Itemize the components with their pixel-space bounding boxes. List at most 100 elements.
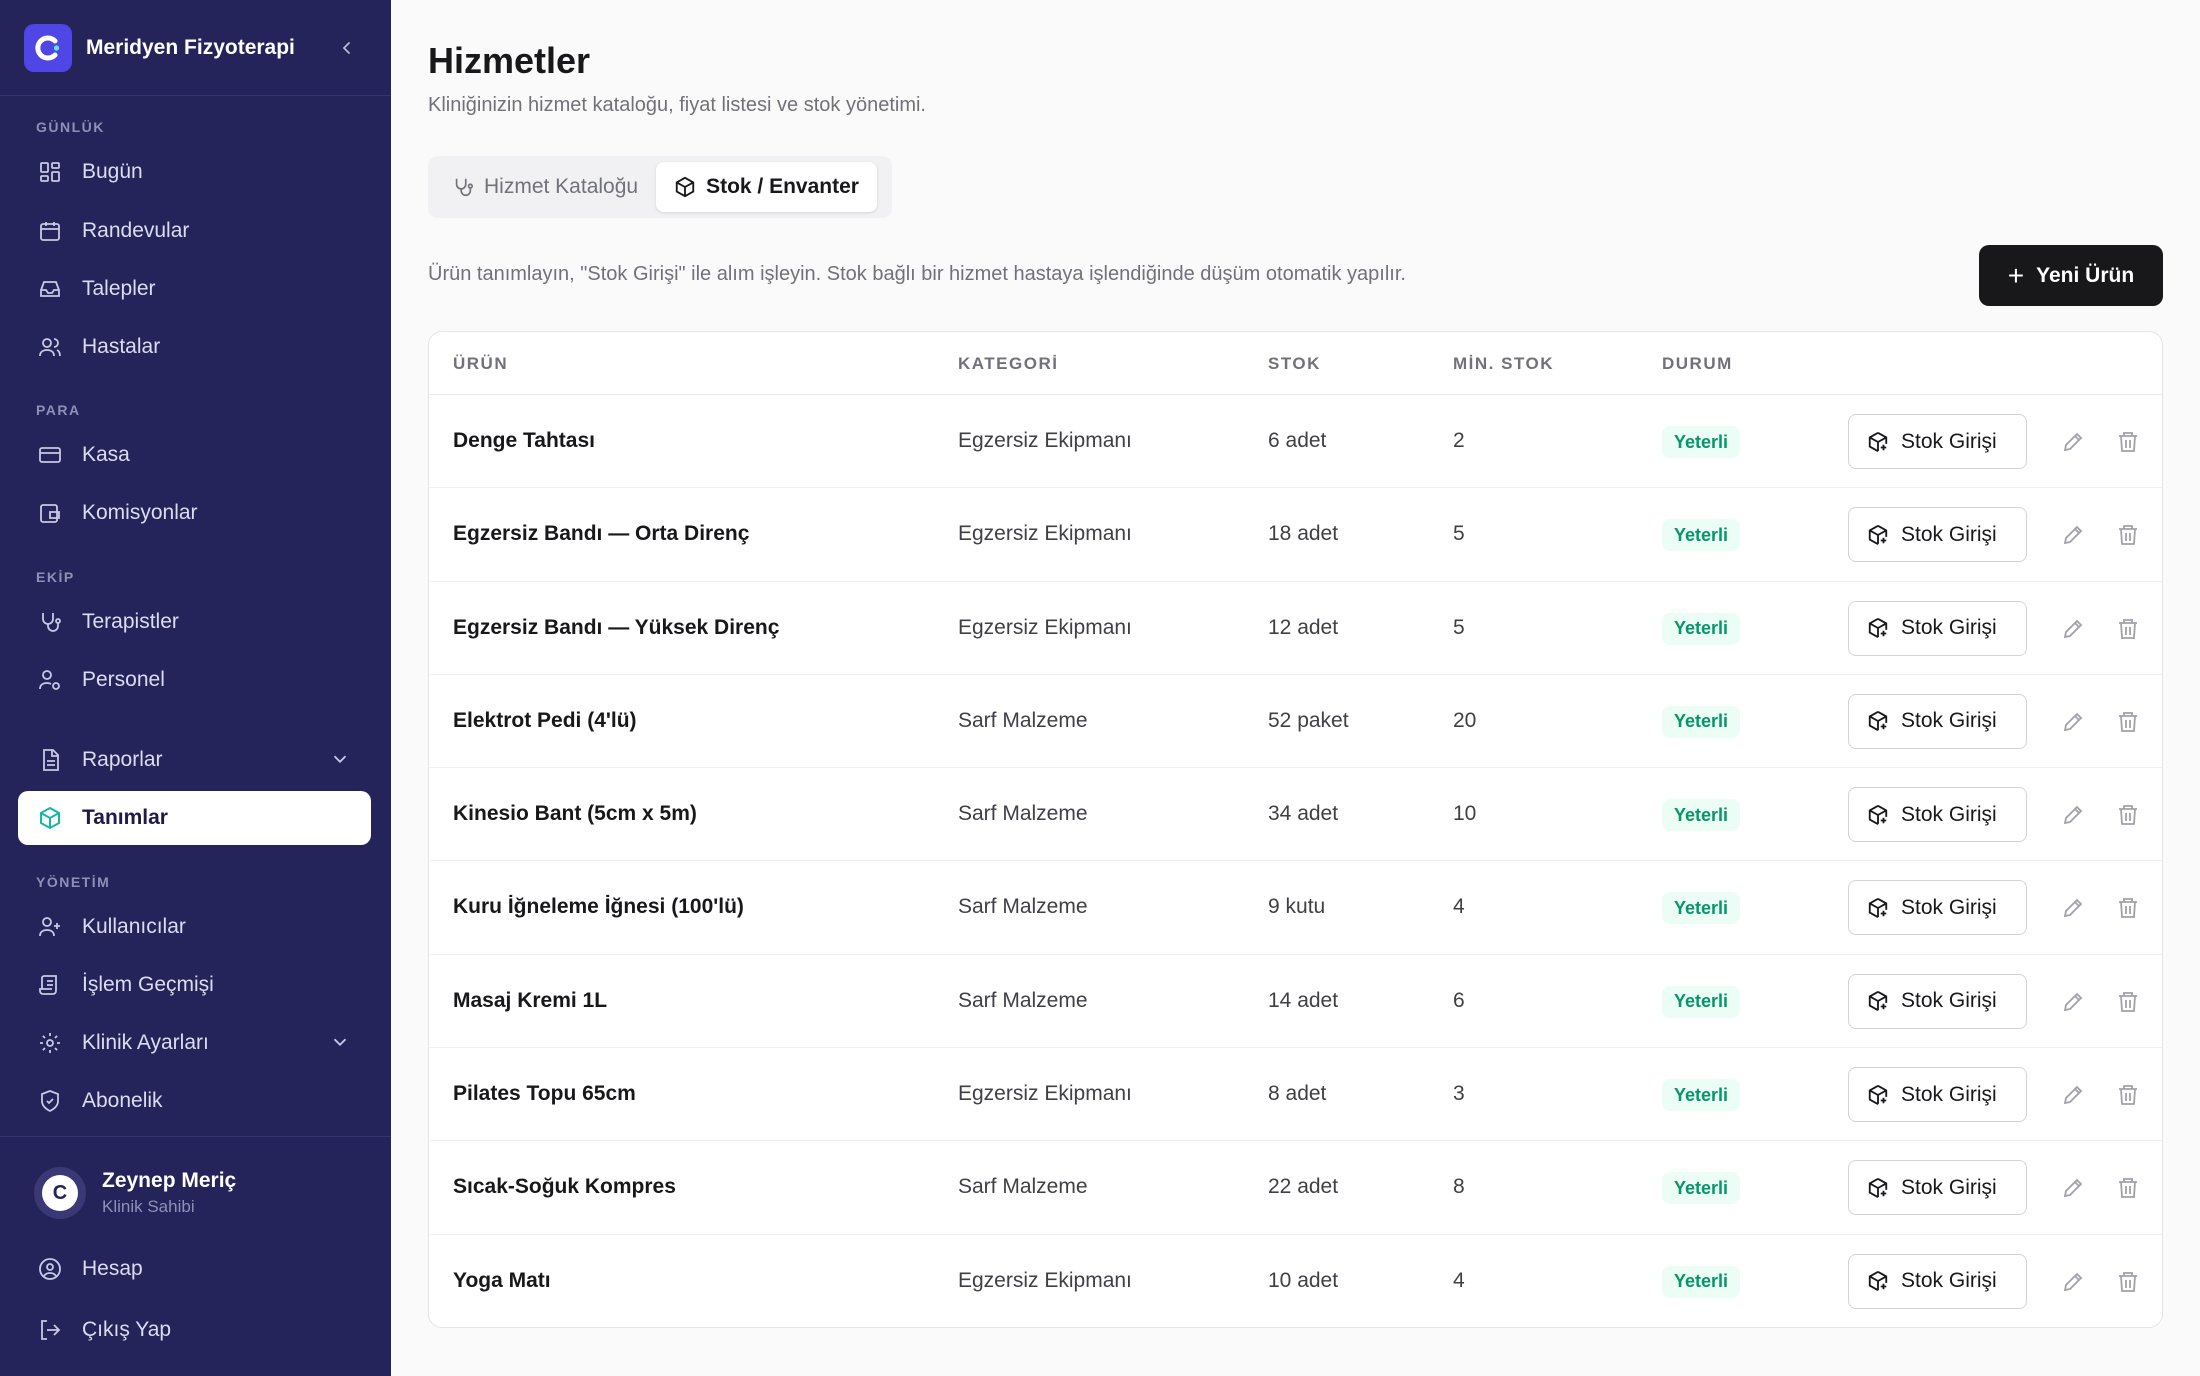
edit-button[interactable] [2058, 1173, 2088, 1203]
edit-button[interactable] [2058, 520, 2088, 550]
edit-button[interactable] [2058, 893, 2088, 923]
delete-button[interactable] [2113, 614, 2143, 644]
sidebar-item-randevular[interactable]: Randevular [18, 204, 371, 258]
package-plus-icon [1867, 431, 1889, 453]
section-label-ekip: EKİP [36, 569, 75, 585]
product-category: Egzersiz Ekipmanı [958, 1268, 1132, 1292]
sidebar-item-cikis[interactable]: Çıkış Yap [18, 1303, 371, 1357]
page-title: Hizmetler [428, 40, 591, 81]
product-stock: 52 paket [1268, 708, 1349, 732]
delete-button[interactable] [2113, 987, 2143, 1017]
edit-button[interactable] [2058, 1080, 2088, 1110]
sidebar-item-label: Personel [82, 668, 165, 691]
edit-button[interactable] [2058, 707, 2088, 737]
gear-icon [36, 1029, 64, 1057]
package-plus-icon [1867, 990, 1889, 1012]
edit-button[interactable] [2058, 1267, 2088, 1297]
delete-button[interactable] [2113, 427, 2143, 457]
sidebar-item-bugun[interactable]: Bugün [18, 145, 371, 199]
sidebar-divider [0, 1136, 391, 1137]
brand-name: Meridyen Fizyoterapi [86, 35, 295, 59]
delete-button[interactable] [2113, 707, 2143, 737]
brand-logo-icon [24, 23, 72, 72]
edit-button[interactable] [2058, 800, 2088, 830]
package-plus-icon [1867, 897, 1889, 919]
package-plus-icon [1867, 1084, 1889, 1106]
sidebar-item-label: Raporlar [82, 748, 163, 771]
stock-entry-button[interactable]: Stok Girişi [1848, 600, 2027, 656]
pencil-icon [2063, 712, 2083, 732]
product-min-stock: 5 [1453, 615, 1465, 639]
product-name: Masaj Kremi 1L [453, 988, 608, 1012]
section-label-para: PARA [36, 402, 81, 418]
tab-stok-envanter[interactable]: Stok / Envanter [656, 162, 877, 212]
sidebar-item-talepler[interactable]: Talepler [18, 262, 371, 316]
stock-entry-button[interactable]: Stok Girişi [1848, 1160, 2027, 1216]
pencil-icon [2063, 1085, 2083, 1105]
stock-entry-label: Stok Girişi [1901, 1082, 1997, 1106]
sidebar-item-hastalar[interactable]: Hastalar [18, 320, 371, 374]
collapse-sidebar-button[interactable] [329, 30, 365, 66]
sidebar-item-tanimlar[interactable]: Tanımlar [18, 791, 371, 845]
product-name: Kinesio Bant (5cm x 5m) [453, 802, 697, 826]
column-header-stock: STOK [1268, 354, 1321, 373]
stock-entry-button[interactable]: Stok Girişi [1848, 973, 2027, 1029]
sidebar-item-raporlar[interactable]: Raporlar [18, 733, 371, 787]
sidebar-item-klinik-ayarlari[interactable]: Klinik Ayarları [18, 1016, 371, 1070]
sidebar-item-kullanicilar[interactable]: Kullanıcılar [18, 900, 371, 954]
stock-entry-button[interactable]: Stok Girişi [1848, 1253, 2027, 1309]
delete-button[interactable] [2113, 1080, 2143, 1110]
sidebar-item-personel[interactable]: Personel [18, 653, 371, 707]
brand-header: Meridyen Fizyoterapi [0, 0, 391, 96]
package-plus-icon [1867, 1270, 1889, 1292]
new-product-button[interactable]: + Yeni Ürün [1979, 245, 2163, 306]
sidebar-item-abonelik[interactable]: Abonelik [18, 1074, 371, 1128]
table-row: Elektrot Pedi (4'lü) Sarf Malzeme 52 pak… [429, 675, 2162, 769]
product-stock: 12 adet [1268, 615, 1339, 639]
product-category: Sarf Malzeme [958, 1175, 1088, 1199]
product-min-stock: 10 [1453, 802, 1477, 826]
stock-entry-button[interactable]: Stok Girişi [1848, 787, 2027, 843]
chevron-down-icon [333, 755, 347, 764]
stock-entry-label: Stok Girişi [1901, 802, 1997, 826]
stock-entry-button[interactable]: Stok Girişi [1848, 880, 2027, 936]
delete-button[interactable] [2113, 1173, 2143, 1203]
delete-button[interactable] [2113, 1267, 2143, 1297]
sidebar-item-label: Bugün [82, 160, 143, 183]
sidebar-item-label: Hastalar [82, 335, 161, 358]
edit-button[interactable] [2058, 427, 2088, 457]
product-name: Yoga Matı [453, 1268, 551, 1292]
stock-entry-label: Stok Girişi [1901, 522, 1997, 546]
tab-hizmet-katalogu[interactable]: Hizmet Kataloğu [434, 162, 656, 212]
delete-button[interactable] [2113, 893, 2143, 923]
table-row: Sıcak-Soğuk Kompres Sarf Malzeme 22 adet… [429, 1141, 2162, 1235]
logout-icon [36, 1316, 64, 1344]
product-stock: 10 adet [1268, 1268, 1339, 1292]
stock-entry-button[interactable]: Stok Girişi [1848, 693, 2027, 749]
stock-entry-button[interactable]: Stok Girişi [1848, 414, 2027, 469]
delete-button[interactable] [2113, 800, 2143, 830]
stock-entry-button[interactable]: Stok Girişi [1848, 1067, 2027, 1123]
product-name: Egzersiz Bandı — Yüksek Direnç [453, 615, 780, 639]
edit-button[interactable] [2058, 987, 2088, 1017]
sidebar-item-terapistler[interactable]: Terapistler [18, 595, 371, 649]
delete-button[interactable] [2113, 520, 2143, 550]
user-plus-icon [36, 913, 64, 941]
stock-entry-button[interactable]: Stok Girişi [1848, 507, 2027, 563]
sidebar-item-label: Kasa [82, 443, 130, 466]
pencil-icon [2063, 805, 2083, 825]
users-icon [36, 333, 64, 361]
product-table: ÜRÜN KATEGORİ STOK MİN. STOK DURUM Denge… [428, 331, 2163, 1328]
stock-entry-label: Stok Girişi [1901, 429, 1997, 453]
sidebar-item-hesap[interactable]: Hesap [18, 1242, 371, 1296]
product-category: Egzersiz Ekipmanı [958, 615, 1132, 639]
calendar-icon [36, 217, 64, 245]
edit-button[interactable] [2058, 614, 2088, 644]
product-min-stock: 4 [1453, 895, 1465, 919]
plus-icon: + [2007, 259, 2025, 291]
user-card[interactable]: C Zeynep Meriç Klinik Sahibi [34, 1167, 236, 1219]
sidebar-item-islem-gecmisi[interactable]: İşlem Geçmişi [18, 958, 371, 1012]
sidebar-item-kasa[interactable]: Kasa [18, 428, 371, 482]
sidebar-item-komisyonlar[interactable]: Komisyonlar [18, 486, 371, 540]
sidebar-item-label: Tanımlar [82, 806, 168, 829]
